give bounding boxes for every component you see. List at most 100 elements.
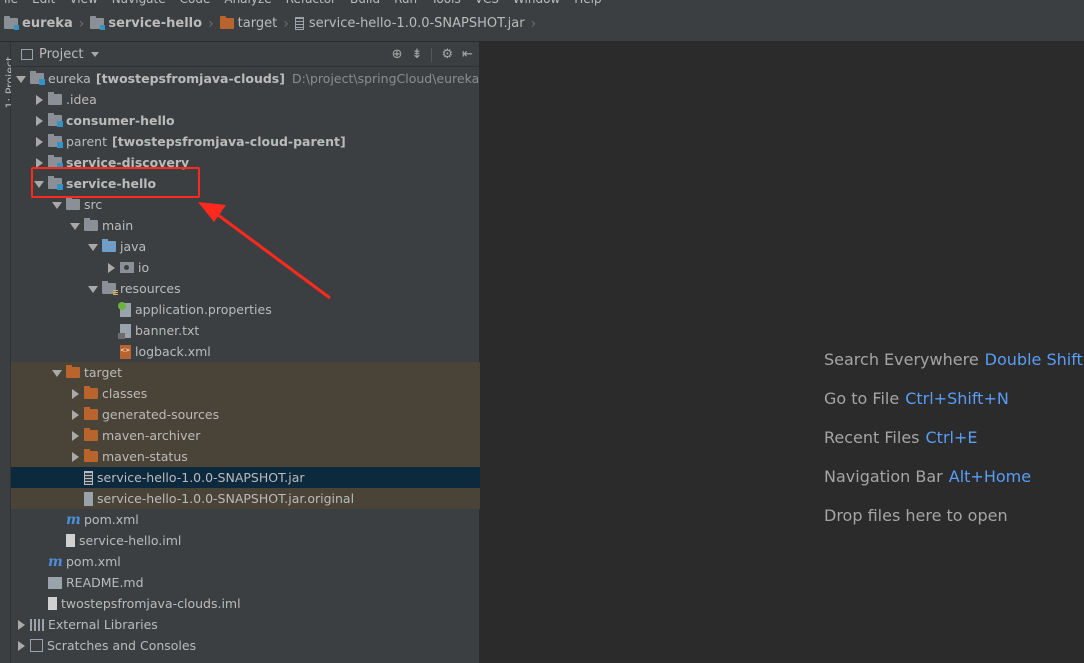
project-panel: Project ⊕ ⇟ ⚙ ⇤ eureka [twostepsfromjava-… — [11, 42, 480, 663]
module-name-bracket: [twostepsfromjava-cloud-parent] — [111, 134, 346, 149]
tree-node[interactable]: generated-sources — [11, 404, 480, 425]
maven-file-icon: m — [48, 553, 63, 570]
expand-arrow-right-icon[interactable] — [32, 110, 48, 131]
hint-text: Recent Files — [824, 428, 920, 447]
module-folder-icon — [48, 134, 63, 148]
excluded-folder-icon — [66, 365, 80, 378]
tree-node[interactable]: service-hello — [11, 173, 480, 194]
editor-hint: Navigation Bar Alt+Home — [824, 467, 1031, 486]
module-folder-icon — [48, 155, 63, 169]
tree-node[interactable]: Scratches and Consoles — [11, 635, 480, 656]
tree-node[interactable]: m pom.xml — [11, 509, 480, 530]
tree-node[interactable]: main — [11, 215, 480, 236]
expand-arrow-right-icon[interactable] — [68, 446, 84, 467]
tree-node[interactable]: README.md — [11, 572, 480, 593]
tree-node[interactable]: service-hello-1.0.0-SNAPSHOT.jar.origina… — [11, 488, 480, 509]
expand-arrow-down-icon[interactable] — [50, 194, 66, 215]
md-file-icon — [48, 576, 62, 589]
tree-node[interactable]: External Libraries — [11, 614, 480, 635]
tree-node-label: .idea — [66, 92, 97, 107]
folder-icon — [219, 16, 234, 29]
expand-arrow-down-icon[interactable] — [86, 278, 102, 299]
breadcrumb-item[interactable]: service-hello-1.0.0-SNAPSHOT.jar — [293, 6, 531, 41]
breadcrumb-item[interactable]: service-hello — [88, 6, 208, 41]
scratches-icon — [30, 639, 43, 652]
tree-node-label: banner.txt — [135, 323, 200, 338]
tree-node[interactable]: resources — [11, 278, 480, 299]
expand-arrow-down-icon[interactable] — [14, 68, 30, 89]
expand-arrow-down-icon[interactable] — [50, 362, 66, 383]
expand-arrow-right-icon[interactable] — [14, 614, 30, 635]
hide-panel-icon[interactable]: ⇤ — [462, 47, 473, 62]
tree-node[interactable]: service-hello-1.0.0-SNAPSHOT.jar — [11, 467, 480, 488]
tree-node[interactable]: maven-status — [11, 446, 480, 467]
tree-node-label: service-hello-1.0.0-SNAPSHOT.jar.origina… — [97, 491, 355, 506]
tree-node[interactable]: src — [11, 194, 480, 215]
breadcrumb-item[interactable]: target — [218, 6, 284, 41]
tree-node[interactable]: classes — [11, 383, 480, 404]
tree-node[interactable]: twostepsfromjava-clouds.iml — [11, 593, 480, 614]
tree-node[interactable]: .idea — [11, 89, 480, 110]
tree-node-label: twostepsfromjava-clouds.iml — [61, 596, 241, 611]
collapse-all-icon[interactable]: ⇟ — [412, 47, 423, 62]
folder-icon — [48, 92, 62, 105]
project-panel-header: Project ⊕ ⇟ ⚙ ⇤ — [11, 42, 479, 67]
module-folder-icon — [4, 16, 19, 30]
hint-shortcut: Alt+Home — [948, 467, 1032, 486]
expand-arrow-right-icon[interactable] — [32, 152, 48, 173]
tree-node-label: service-hello-1.0.0-SNAPSHOT.jar — [97, 470, 305, 485]
expand-arrow-right-icon[interactable] — [68, 383, 84, 404]
breadcrumb-separator-icon: › — [530, 15, 537, 32]
tree-node[interactable]: service-hello.iml — [11, 530, 480, 551]
tree-node-label: service-hello.iml — [79, 533, 182, 548]
tree-node[interactable]: maven-archiver — [11, 425, 480, 446]
tree-node-label: application.properties — [135, 302, 272, 317]
breadcrumb-item[interactable]: eureka — [2, 6, 79, 41]
module-folder-icon — [48, 113, 63, 127]
gear-icon[interactable]: ⚙ — [441, 47, 453, 62]
tree-node-label: resources — [120, 281, 181, 296]
module-name-bracket: [twostepsfromjava-clouds] — [95, 71, 285, 86]
expand-arrow-right-icon[interactable] — [104, 257, 120, 278]
editor-hint: Search Everywhere Double Shift — [824, 350, 1083, 369]
expand-arrow-down-icon[interactable] — [32, 173, 48, 194]
expand-arrow-right-icon[interactable] — [14, 635, 30, 656]
tree-node[interactable]: service-discovery — [11, 152, 480, 173]
hint-shortcut: Ctrl+Shift+N — [905, 389, 1009, 408]
xml-file-icon — [120, 344, 131, 359]
tree-node-label: parent — [66, 134, 107, 149]
editor-hint: Drop files here to open — [824, 506, 1008, 525]
tree-node[interactable]: logback.xml — [11, 341, 480, 362]
expand-arrow-right-icon[interactable] — [32, 89, 48, 110]
breadcrumb-separator-icon: › — [283, 15, 289, 32]
maven-file-icon: m — [66, 511, 81, 528]
expand-arrow-down-icon[interactable] — [68, 215, 84, 236]
tree-node[interactable]: application.properties — [11, 299, 480, 320]
expand-arrow-right-icon[interactable] — [68, 425, 84, 446]
panel-toolbar: ⊕ ⇟ ⚙ ⇤ — [392, 42, 473, 67]
breadcrumb-label: service-hello-1.0.0-SNAPSHOT.jar — [308, 16, 525, 31]
locate-icon[interactable]: ⊕ — [392, 47, 403, 62]
tree-node[interactable]: eureka [twostepsfromjava-clouds] D:\projec… — [11, 68, 480, 89]
tree-node[interactable]: target — [11, 362, 480, 383]
expand-arrow-down-icon[interactable] — [86, 236, 102, 257]
project-view-selector[interactable]: Project — [21, 47, 100, 62]
expand-arrow-right-icon[interactable] — [68, 404, 84, 425]
tree-node[interactable]: io — [11, 257, 480, 278]
excluded-folder-icon — [84, 428, 98, 441]
hint-text: Drop files here to open — [824, 506, 1008, 525]
module-folder-icon — [90, 16, 106, 30]
tree-node[interactable]: banner.txt — [11, 320, 480, 341]
tool-window-stripe: 1: Project — [0, 42, 17, 663]
tree-node-label: eureka — [48, 71, 91, 86]
tree-node[interactable]: m pom.xml — [11, 551, 480, 572]
expand-arrow-right-icon[interactable] — [32, 131, 48, 152]
chevron-down-icon — [91, 51, 100, 57]
tree-node[interactable]: parent [twostepsfromjava-cloud-parent] — [11, 131, 480, 152]
tree-node[interactable]: java — [11, 236, 480, 257]
tree-node[interactable]: consumer-hello — [11, 110, 480, 131]
module-folder-icon — [30, 71, 45, 85]
